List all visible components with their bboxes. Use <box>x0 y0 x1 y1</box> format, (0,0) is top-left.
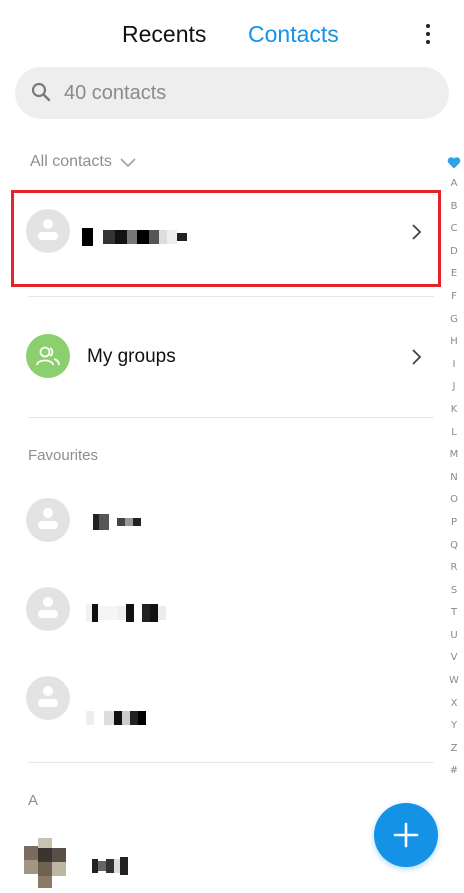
favourite-contact-row[interactable] <box>0 480 440 560</box>
people-icon <box>26 334 70 378</box>
index-letter[interactable]: A <box>451 173 458 196</box>
index-letter[interactable]: C <box>451 218 458 241</box>
index-letter[interactable]: G <box>450 309 458 332</box>
index-letter[interactable]: R <box>451 557 458 580</box>
plus-icon <box>393 822 419 848</box>
tab-recents[interactable]: Recents <box>122 19 206 49</box>
index-letter[interactable]: I <box>453 354 456 377</box>
index-letter[interactable]: K <box>451 399 458 422</box>
filter-label: All contacts <box>30 153 112 170</box>
index-letter[interactable]: Y <box>451 715 457 738</box>
index-letter[interactable]: W <box>449 670 459 693</box>
contact-name-redacted <box>92 856 128 876</box>
favourite-contact-row[interactable] <box>0 658 440 738</box>
index-letter[interactable]: V <box>451 647 458 670</box>
index-letter[interactable]: M <box>450 444 459 467</box>
default-avatar-icon <box>26 676 70 720</box>
favourites-heart-icon[interactable] <box>447 156 461 170</box>
highlight-box <box>11 190 441 287</box>
search-icon <box>31 82 51 102</box>
contact-photo-avatar <box>24 838 68 888</box>
chevron-right-icon <box>412 349 422 365</box>
chevron-down-icon <box>120 158 136 168</box>
index-letter[interactable]: L <box>451 422 457 445</box>
my-groups-label: My groups <box>87 346 176 367</box>
index-letter[interactable]: S <box>451 580 457 603</box>
divider <box>28 762 434 763</box>
index-letter[interactable]: U <box>450 625 457 648</box>
more-options-icon[interactable] <box>414 20 442 48</box>
default-avatar-icon <box>26 498 70 542</box>
index-letter[interactable]: J <box>453 376 456 399</box>
tab-contacts[interactable]: Contacts <box>248 19 339 49</box>
index-letter[interactable]: Z <box>451 738 458 761</box>
index-letter[interactable]: N <box>450 467 457 490</box>
index-letter[interactable]: X <box>451 693 458 716</box>
index-letter[interactable]: H <box>450 331 458 354</box>
my-groups-row[interactable]: My groups <box>0 317 440 397</box>
index-letter[interactable]: Q <box>450 535 458 558</box>
divider <box>28 417 434 418</box>
top-tab-bar: Recents Contacts <box>0 0 464 66</box>
contacts-filter-dropdown[interactable]: All contacts <box>30 151 136 173</box>
index-letter[interactable]: T <box>451 602 457 625</box>
index-letter[interactable]: E <box>451 263 457 286</box>
search-bar[interactable]: 40 contacts <box>15 67 449 119</box>
favourites-section-header: Favourites <box>28 447 99 464</box>
contact-name-redacted <box>86 603 166 623</box>
index-letter[interactable]: B <box>451 196 458 219</box>
divider <box>28 296 434 297</box>
contact-name-redacted <box>86 708 146 728</box>
index-letter[interactable]: P <box>451 512 457 535</box>
section-header-a: A <box>28 792 39 809</box>
index-letter[interactable]: O <box>450 489 458 512</box>
add-contact-button[interactable] <box>374 803 438 867</box>
index-letter[interactable]: D <box>450 241 458 264</box>
favourite-contact-row[interactable] <box>0 569 440 649</box>
alphabet-index[interactable]: A B C D E F G H I J K L M N O P Q R S T … <box>446 156 462 783</box>
index-letter[interactable]: # <box>450 760 458 783</box>
contact-name-redacted <box>93 512 141 532</box>
search-placeholder: 40 contacts <box>64 82 167 104</box>
default-avatar-icon <box>26 587 70 631</box>
index-letter[interactable]: F <box>451 286 457 309</box>
